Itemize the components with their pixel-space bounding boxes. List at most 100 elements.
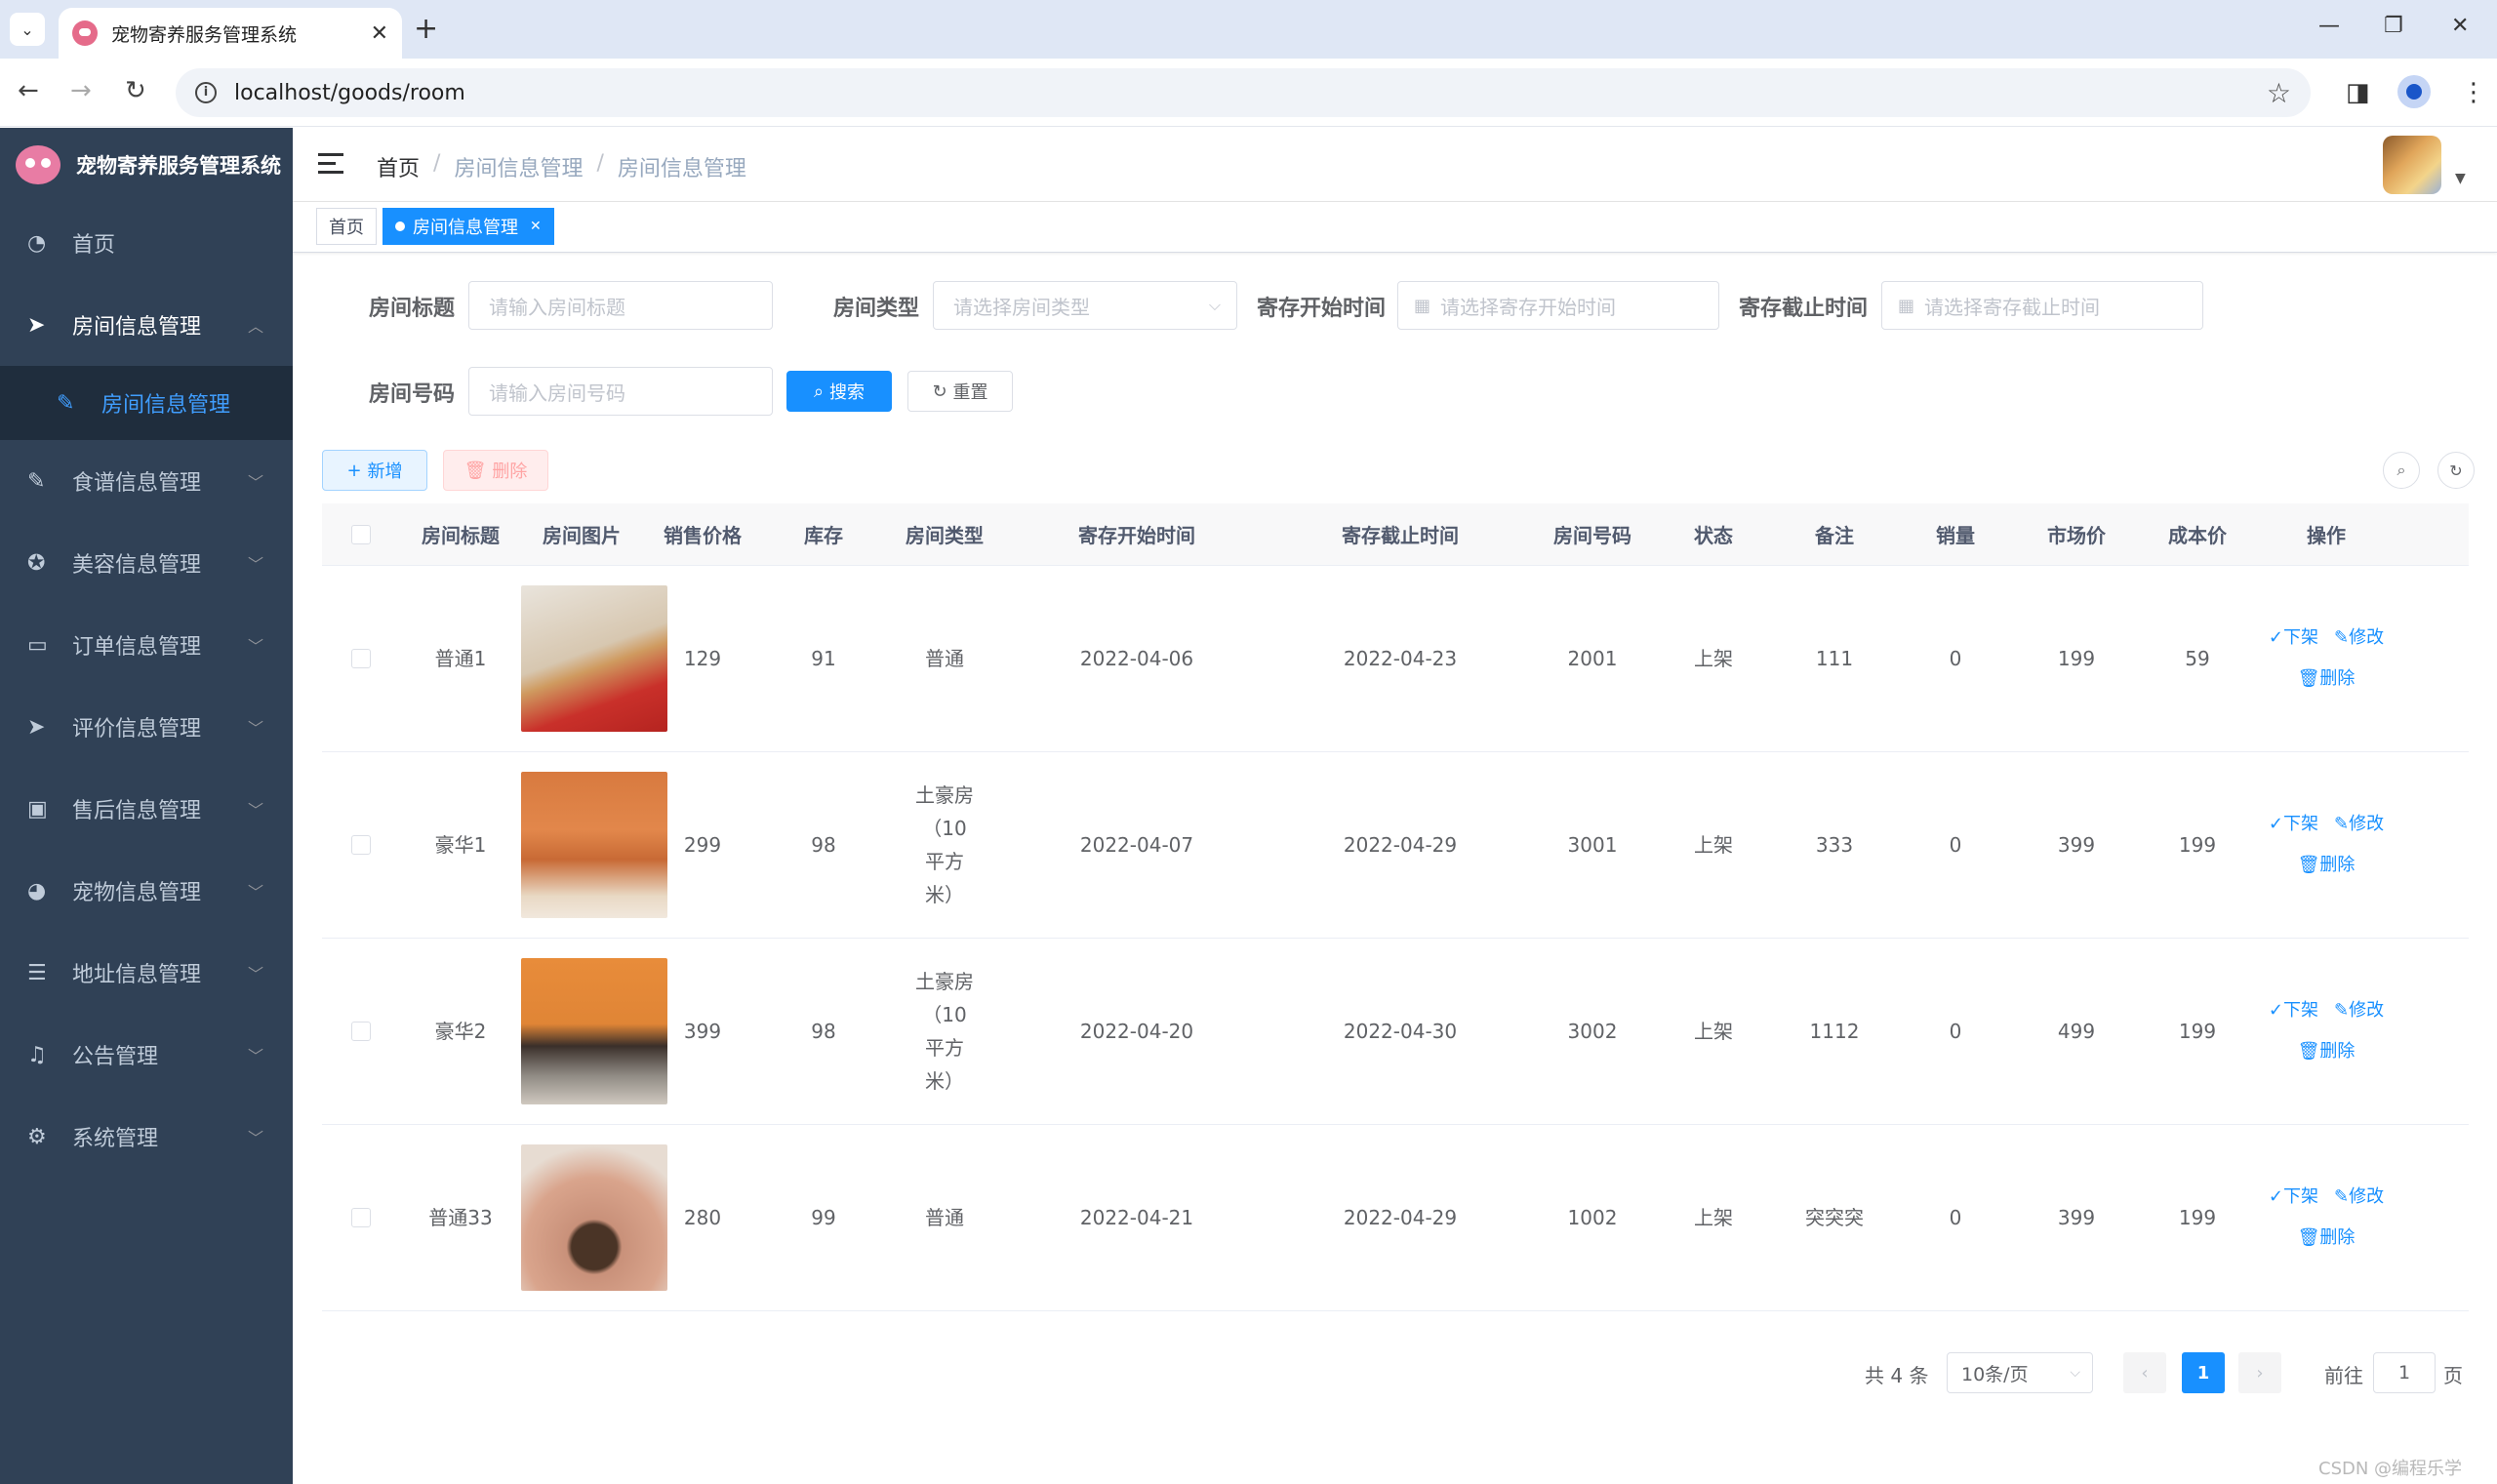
browser-tab[interactable]: 宠物寄养服务管理系统 ✕ bbox=[59, 8, 402, 59]
side-panel-icon[interactable]: ◨ bbox=[2346, 78, 2370, 107]
sidebar-item-order[interactable]: ▭ 订单信息管理 ﹀ bbox=[0, 604, 293, 686]
room-title-input[interactable]: 请输入房间标题 bbox=[468, 281, 773, 330]
profile-icon[interactable] bbox=[2397, 75, 2431, 108]
next-page-button[interactable]: › bbox=[2238, 1352, 2281, 1393]
cell-sales: 0 bbox=[1949, 647, 1962, 670]
row-checkbox[interactable] bbox=[351, 1022, 371, 1041]
sidebar-item-room[interactable]: ➤ 房间信息管理 ︿ bbox=[0, 284, 293, 366]
row-checkbox[interactable] bbox=[351, 1208, 371, 1227]
back-arrow-icon[interactable]: ← bbox=[18, 76, 39, 105]
edit-icon: ✎ bbox=[2334, 1000, 2350, 1021]
delete-button[interactable]: 🗑 删除 bbox=[443, 450, 548, 491]
sidebar-item-pet[interactable]: ◕ 宠物信息管理 ﹀ bbox=[0, 850, 293, 932]
cell-cost: 199 bbox=[2178, 1206, 2217, 1229]
row-delete-button[interactable]: 🗑删除 bbox=[2298, 1222, 2356, 1255]
table-row: 普通33 280 99 普通 2022-04-21 2022-04-29 100… bbox=[322, 1125, 2469, 1311]
edit-button[interactable]: ✎修改 bbox=[2334, 622, 2384, 655]
off-shelf-button[interactable]: ✓下架 bbox=[2269, 1181, 2318, 1214]
off-shelf-button[interactable]: ✓下架 bbox=[2269, 808, 2318, 841]
site-info-icon[interactable]: i bbox=[195, 82, 217, 103]
cell-remark: 1112 bbox=[1809, 1020, 1860, 1043]
window-close-icon[interactable]: ✕ bbox=[2451, 14, 2469, 38]
breadcrumb-separator: / bbox=[433, 151, 441, 176]
search-button[interactable]: ⌕ 搜索 bbox=[786, 371, 892, 412]
watermark: CSDN @编程乐学 bbox=[2318, 1459, 2463, 1479]
page-number-button[interactable]: 1 bbox=[2182, 1352, 2225, 1393]
start-time-picker[interactable]: ▦ 请选择寄存开始时间 bbox=[1397, 281, 1719, 330]
add-button[interactable]: + 新增 bbox=[322, 450, 427, 491]
edit-button[interactable]: ✎修改 bbox=[2334, 808, 2384, 841]
url-text[interactable]: localhost/goods/room bbox=[234, 81, 2267, 105]
edit-button[interactable]: ✎修改 bbox=[2334, 994, 2384, 1027]
sidebar-item-notice[interactable]: ♫ 公告管理 ﹀ bbox=[0, 1014, 293, 1096]
shopping-icon: ▣ bbox=[27, 796, 48, 822]
sidebar-item-home[interactable]: ◔ 首页 bbox=[0, 202, 293, 284]
goto-page-value: 1 bbox=[2397, 1362, 2411, 1384]
delete-label: 删除 bbox=[2319, 855, 2356, 875]
table-row: 豪华1 299 98 土豪房（10平方米） 2022-04-07 2022-04… bbox=[322, 752, 2469, 939]
start-time-label: 寄存开始时间 bbox=[1257, 297, 1387, 321]
sidebar-item-address[interactable]: ☰ 地址信息管理 ﹀ bbox=[0, 932, 293, 1014]
cell-end: 2022-04-30 bbox=[1343, 1020, 1458, 1043]
sidebar-item-review[interactable]: ➤ 评价信息管理 ﹀ bbox=[0, 686, 293, 768]
placeholder: 请输入房间号码 bbox=[489, 381, 625, 405]
reset-button[interactable]: ↻ 重置 bbox=[907, 371, 1013, 412]
tab-search-chevron-icon[interactable]: ⌄ bbox=[10, 13, 45, 46]
sidebar-item-system[interactable]: ⚙ 系统管理 ﹀ bbox=[0, 1096, 293, 1178]
forward-arrow-icon[interactable]: → bbox=[70, 76, 92, 105]
room-table: 房间标题 房间图片 销售价格 库存 房间类型 寄存开始时间 寄存截止时间 房间号… bbox=[322, 503, 2469, 1311]
row-delete-button[interactable]: 🗑删除 bbox=[2298, 849, 2356, 882]
toggle-search-icon[interactable]: ⌕ bbox=[2383, 452, 2420, 489]
room-type-select[interactable]: 请选择房间类型 ⌵ bbox=[933, 281, 1237, 330]
sidebar-subitem-room-info[interactable]: ✎ 房间信息管理 bbox=[0, 366, 293, 440]
bookmark-star-icon[interactable]: ☆ bbox=[2267, 77, 2291, 109]
off-shelf-button[interactable]: ✓下架 bbox=[2269, 994, 2318, 1027]
sidebar-item-label: 房间信息管理 bbox=[72, 315, 202, 340]
new-tab-plus-icon[interactable]: + bbox=[414, 12, 438, 46]
breadcrumb-home[interactable]: 首页 bbox=[377, 151, 420, 182]
sidebar-item-label: 食谱信息管理 bbox=[72, 471, 202, 496]
cell-cost: 59 bbox=[2185, 647, 2210, 670]
off-shelf-button[interactable]: ✓下架 bbox=[2269, 622, 2318, 655]
edit-icon: ✎ bbox=[57, 390, 75, 416]
cell-sales: 0 bbox=[1949, 833, 1962, 857]
close-tag-icon[interactable]: ✕ bbox=[530, 219, 542, 234]
select-all-checkbox[interactable] bbox=[351, 524, 371, 544]
row-delete-button[interactable]: 🗑删除 bbox=[2298, 662, 2356, 696]
sidebar-brand[interactable]: 宠物寄养服务管理系统 bbox=[0, 128, 293, 202]
cell-title: 普通33 bbox=[428, 1206, 493, 1229]
sidebar-item-beauty[interactable]: ✪ 美容信息管理 ﹀ bbox=[0, 522, 293, 604]
address-bar[interactable]: i localhost/goods/room ☆ bbox=[176, 68, 2311, 117]
row-actions: ✓下架 ✎修改 🗑删除 bbox=[2258, 808, 2395, 882]
prev-page-button[interactable]: ‹ bbox=[2123, 1352, 2166, 1393]
caret-down-icon[interactable]: ▼ bbox=[2455, 171, 2466, 186]
chevron-down-icon: ﹀ bbox=[247, 801, 263, 820]
cell-number: 2001 bbox=[1567, 647, 1618, 670]
hamburger-menu-icon[interactable] bbox=[318, 153, 343, 175]
refresh-table-icon[interactable]: ↻ bbox=[2437, 452, 2475, 489]
row-delete-button[interactable]: 🗑删除 bbox=[2298, 1035, 2356, 1068]
restore-icon[interactable]: ❐ bbox=[2384, 14, 2403, 38]
sidebar-item-recipe[interactable]: ✎ 食谱信息管理 ﹀ bbox=[0, 440, 293, 522]
page-size-select[interactable]: 10条/页 ⌵ bbox=[1947, 1352, 2093, 1393]
minimize-icon[interactable]: — bbox=[2318, 14, 2340, 38]
end-time-picker[interactable]: ▦ 请选择寄存截止时间 bbox=[1881, 281, 2203, 330]
tag-room-info[interactable]: 房间信息管理 ✕ bbox=[383, 208, 554, 245]
close-tab-icon[interactable]: ✕ bbox=[371, 21, 388, 46]
room-number-input[interactable]: 请输入房间号码 bbox=[468, 367, 773, 416]
row-checkbox[interactable] bbox=[351, 835, 371, 855]
tag-home[interactable]: 首页 bbox=[316, 208, 377, 245]
delete-button-label: 删除 bbox=[492, 461, 528, 482]
edit-icon: ✎ bbox=[27, 468, 46, 494]
avatar[interactable] bbox=[2383, 136, 2441, 194]
search-button-label: 搜索 bbox=[829, 382, 866, 403]
tag-label: 房间信息管理 bbox=[413, 218, 518, 238]
row-checkbox[interactable] bbox=[351, 649, 371, 668]
reload-icon[interactable]: ↻ bbox=[125, 76, 146, 105]
goto-page-input[interactable]: 1 bbox=[2373, 1352, 2436, 1393]
sidebar-item-aftersale[interactable]: ▣ 售后信息管理 ﹀ bbox=[0, 768, 293, 850]
cell-status: 上架 bbox=[1694, 833, 1733, 857]
goto-label: 前往 bbox=[2324, 1364, 2363, 1387]
edit-button[interactable]: ✎修改 bbox=[2334, 1181, 2384, 1214]
browser-menu-icon[interactable]: ⋮ bbox=[2461, 78, 2486, 107]
